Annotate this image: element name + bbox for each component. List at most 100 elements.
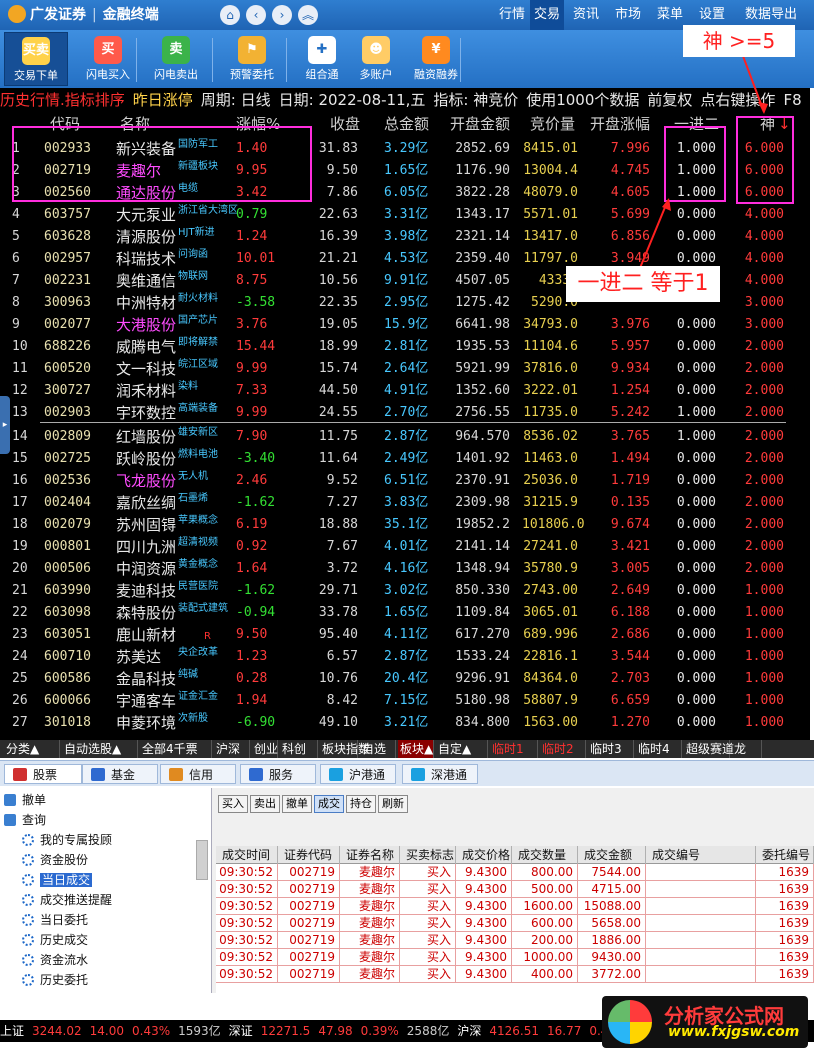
- topnav-2[interactable]: 资讯: [566, 0, 606, 30]
- table-header-7[interactable]: 成交编号: [646, 846, 756, 864]
- grid-row[interactable]: 23 603051 鹿山新材 R 9.50 95.40 4.11亿 617.270 689.99…: [0, 624, 810, 646]
- grid-row[interactable]: 19 000801 四川九洲 超清视频 0.92 7.67 4.01亿 2141.14 2724…: [0, 536, 810, 558]
- table-row[interactable]: 09:30:52 002719 麦趣尔 买入 9.4300 200.00 1886.00 16…: [216, 932, 814, 949]
- tree-item-6[interactable]: 当日委托: [22, 910, 88, 930]
- grid-row[interactable]: 27 301018 申菱环境 次新股 -6.90 49.10 3.21亿 834.800 156…: [0, 712, 810, 734]
- tree-item-7[interactable]: 历史成交: [22, 930, 88, 950]
- grid-row[interactable]: 14 002809 红墙股份 雄安新区 7.90 11.75 2.87亿 964.570 853…: [0, 426, 810, 448]
- category-tab-5[interactable]: 科创: [280, 740, 318, 758]
- stock-code: 002809: [44, 429, 91, 444]
- tree-item-8[interactable]: 资金流水: [22, 950, 88, 970]
- category-tab-11[interactable]: 临时2: [540, 740, 586, 758]
- table-row[interactable]: 09:30:52 002719 麦趣尔 买入 9.4300 1000.00 9430.00 1…: [216, 949, 814, 966]
- category-tab-13[interactable]: 临时4: [636, 740, 682, 758]
- toolbar-order[interactable]: 买卖 交易下单: [4, 32, 68, 86]
- table-header-0[interactable]: 成交时间: [216, 846, 278, 864]
- category-tab-14[interactable]: 超级赛道: [684, 740, 734, 758]
- table-header-5[interactable]: 成交数量: [512, 846, 578, 864]
- action-2[interactable]: 撤单: [282, 795, 312, 813]
- table-row[interactable]: 09:30:52 002719 麦趣尔 买入 9.4300 600.00 5658.00 16…: [216, 915, 814, 932]
- grid-row[interactable]: 22 603098 森特股份 装配式建筑 -0.94 33.78 1.65亿 1109.84 3…: [0, 602, 810, 624]
- category-tab-12[interactable]: 临时3: [588, 740, 634, 758]
- home-icon[interactable]: ⌂: [220, 5, 240, 25]
- side-expand-tab[interactable]: ▸: [0, 396, 10, 454]
- tree-item-5[interactable]: 成交推送提醒: [22, 890, 112, 910]
- tree-item-0[interactable]: 撤单: [4, 790, 46, 810]
- account-tab-0[interactable]: 股票: [4, 764, 82, 784]
- toolbar-label: 闪电买入: [86, 68, 130, 81]
- toolbar-flash-buy[interactable]: 买闪电买入: [76, 32, 140, 86]
- table-row[interactable]: 09:30:52 002719 麦趣尔 买入 9.4300 400.00 3772.00 16…: [216, 966, 814, 983]
- collapse-icon[interactable]: ︽: [298, 5, 318, 25]
- account-tab-1[interactable]: 基金: [82, 764, 158, 784]
- tree-item-2[interactable]: 我的专属投顾: [22, 830, 112, 850]
- grid-row[interactable]: 25 600586 金晶科技 纯碱 0.28 10.76 20.4亿 9296.91 84364…: [0, 668, 810, 690]
- col-header-7[interactable]: 开盘涨幅: [590, 112, 650, 136]
- table-row[interactable]: 09:30:52 002719 麦趣尔 买入 9.4300 500.00 4715.00 16…: [216, 881, 814, 898]
- category-tab-4[interactable]: 创业: [252, 740, 278, 758]
- toolbar-users[interactable]: ☻ 多账户: [344, 32, 408, 86]
- col-header-6[interactable]: 竞价量: [530, 112, 575, 136]
- grid-row[interactable]: 4 603757 大元泵业 浙江省大湾区 0.79 22.63 3.31亿 1343.17 55…: [0, 204, 810, 226]
- grid-row[interactable]: 20 000506 中润资源 黄金概念 1.64 3.72 4.16亿 1348.94 3578…: [0, 558, 810, 580]
- tree-item-3[interactable]: 资金股份: [22, 850, 88, 870]
- category-tab-8[interactable]: 板块▲: [398, 740, 434, 758]
- grid-row[interactable]: 26 600066 宇通客车 证金汇金 1.94 8.42 7.15亿 5180.98 5880…: [0, 690, 810, 712]
- tree-item-1[interactable]: 查询: [4, 810, 46, 830]
- grid-row[interactable]: 10 688226 威腾电气 即将解禁 15.44 18.99 2.81亿 1935.53 11…: [0, 336, 810, 358]
- action-4[interactable]: 持仓: [346, 795, 376, 813]
- forward-icon[interactable]: ›: [272, 5, 292, 25]
- table-header-1[interactable]: 证券代码: [278, 846, 340, 864]
- category-tab-15[interactable]: 龙: [732, 740, 762, 758]
- table-header-8[interactable]: 委托编号: [756, 846, 814, 864]
- category-tab-7[interactable]: 自选: [360, 740, 396, 758]
- grid-row[interactable]: 13 002903 宇环数控 高端装备 9.99 24.55 2.70亿 2756.55 117…: [0, 402, 810, 424]
- account-tab-5[interactable]: 深港通: [402, 764, 478, 784]
- table-header-6[interactable]: 成交金额: [578, 846, 646, 864]
- category-tab-1[interactable]: 自动选股▲: [62, 740, 138, 758]
- category-tab-0[interactable]: 分类▲: [4, 740, 60, 758]
- tree-item-9[interactable]: 历史委托: [22, 970, 88, 990]
- toolbar-finance[interactable]: ¥ 融资融券: [404, 32, 468, 86]
- table-header-2[interactable]: 证券名称: [340, 846, 400, 864]
- table-cell: 09:30:52: [216, 898, 278, 915]
- col-header-5[interactable]: 开盘金额: [450, 112, 510, 136]
- col-header-3[interactable]: 收盘: [330, 112, 360, 136]
- category-tab-3[interactable]: 沪深: [214, 740, 250, 758]
- back-icon[interactable]: ‹: [246, 5, 266, 25]
- table-header-3[interactable]: 买卖标志: [400, 846, 456, 864]
- toolbar-alarm[interactable]: ⚑ 预警委托: [220, 32, 284, 86]
- tree-item-4[interactable]: 当日成交: [22, 870, 93, 890]
- grid-row[interactable]: 15 002725 跃岭股份 燃料电池 -3.40 11.64 2.49亿 1401.92 11…: [0, 448, 810, 470]
- category-tab-10[interactable]: 临时1: [490, 740, 538, 758]
- grid-row[interactable]: 16 002536 飞龙股份 无人机 2.46 9.52 6.51亿 2370.91 25036…: [0, 470, 810, 492]
- action-3[interactable]: 成交: [314, 795, 344, 813]
- category-tab-9[interactable]: 自定▲: [436, 740, 488, 758]
- col-header-4[interactable]: 总金额: [384, 112, 429, 136]
- grid-row[interactable]: 9 002077 大港股份 国产芯片 3.76 19.05 15.9亿 6641.98 3479…: [0, 314, 810, 336]
- grid-row[interactable]: 5 603628 清源股份 HJT新进 1.24 16.39 3.98亿 2321.14 134…: [0, 226, 810, 248]
- account-tab-2[interactable]: 信用: [160, 764, 236, 784]
- grid-row[interactable]: 24 600710 苏美达 央企改革 1.23 6.57 2.87亿 1533.24 22816…: [0, 646, 810, 668]
- topnav-3[interactable]: 市场: [608, 0, 648, 30]
- table-row[interactable]: 09:30:52 002719 麦趣尔 买入 9.4300 800.00 7544.00 16…: [216, 864, 814, 881]
- action-1[interactable]: 卖出: [250, 795, 280, 813]
- grid-row[interactable]: 18 002079 苏州固锝 苹果概念 6.19 18.88 35.1亿 19852.2 101…: [0, 514, 810, 536]
- action-5[interactable]: 刷新: [378, 795, 408, 813]
- table-header-4[interactable]: 成交价格: [456, 846, 512, 864]
- stock-name: 威腾电气: [116, 338, 177, 356]
- toolbar-flash-sell[interactable]: 卖闪电卖出: [144, 32, 208, 86]
- account-tab-4[interactable]: 沪港通: [320, 764, 396, 784]
- topnav-1[interactable]: 交易: [530, 0, 564, 30]
- tree-scrollbar[interactable]: [196, 840, 208, 880]
- category-tab-6[interactable]: 板块指数: [320, 740, 370, 758]
- account-tab-3[interactable]: 服务: [240, 764, 316, 784]
- category-tab-2[interactable]: 全部4千票: [140, 740, 212, 758]
- grid-row[interactable]: 12 300727 润禾材料 染料 7.33 44.50 4.91亿 1352.60 3222.…: [0, 380, 810, 402]
- grid-row[interactable]: 11 600520 文一科技 皖江区域 9.99 15.74 2.64亿 5921.99 378…: [0, 358, 810, 380]
- action-0[interactable]: 买入: [218, 795, 248, 813]
- topnav-0[interactable]: 行情: [496, 0, 528, 30]
- grid-row[interactable]: 17 002404 嘉欣丝绸 石墨烯 -1.62 7.27 3.83亿 2309.98 3121…: [0, 492, 810, 514]
- table-row[interactable]: 09:30:52 002719 麦趣尔 买入 9.4300 1600.00 15088.00…: [216, 898, 814, 915]
- grid-row[interactable]: 21 603990 麦迪科技 民营医院 -1.62 29.71 3.02亿 850.330 27…: [0, 580, 810, 602]
